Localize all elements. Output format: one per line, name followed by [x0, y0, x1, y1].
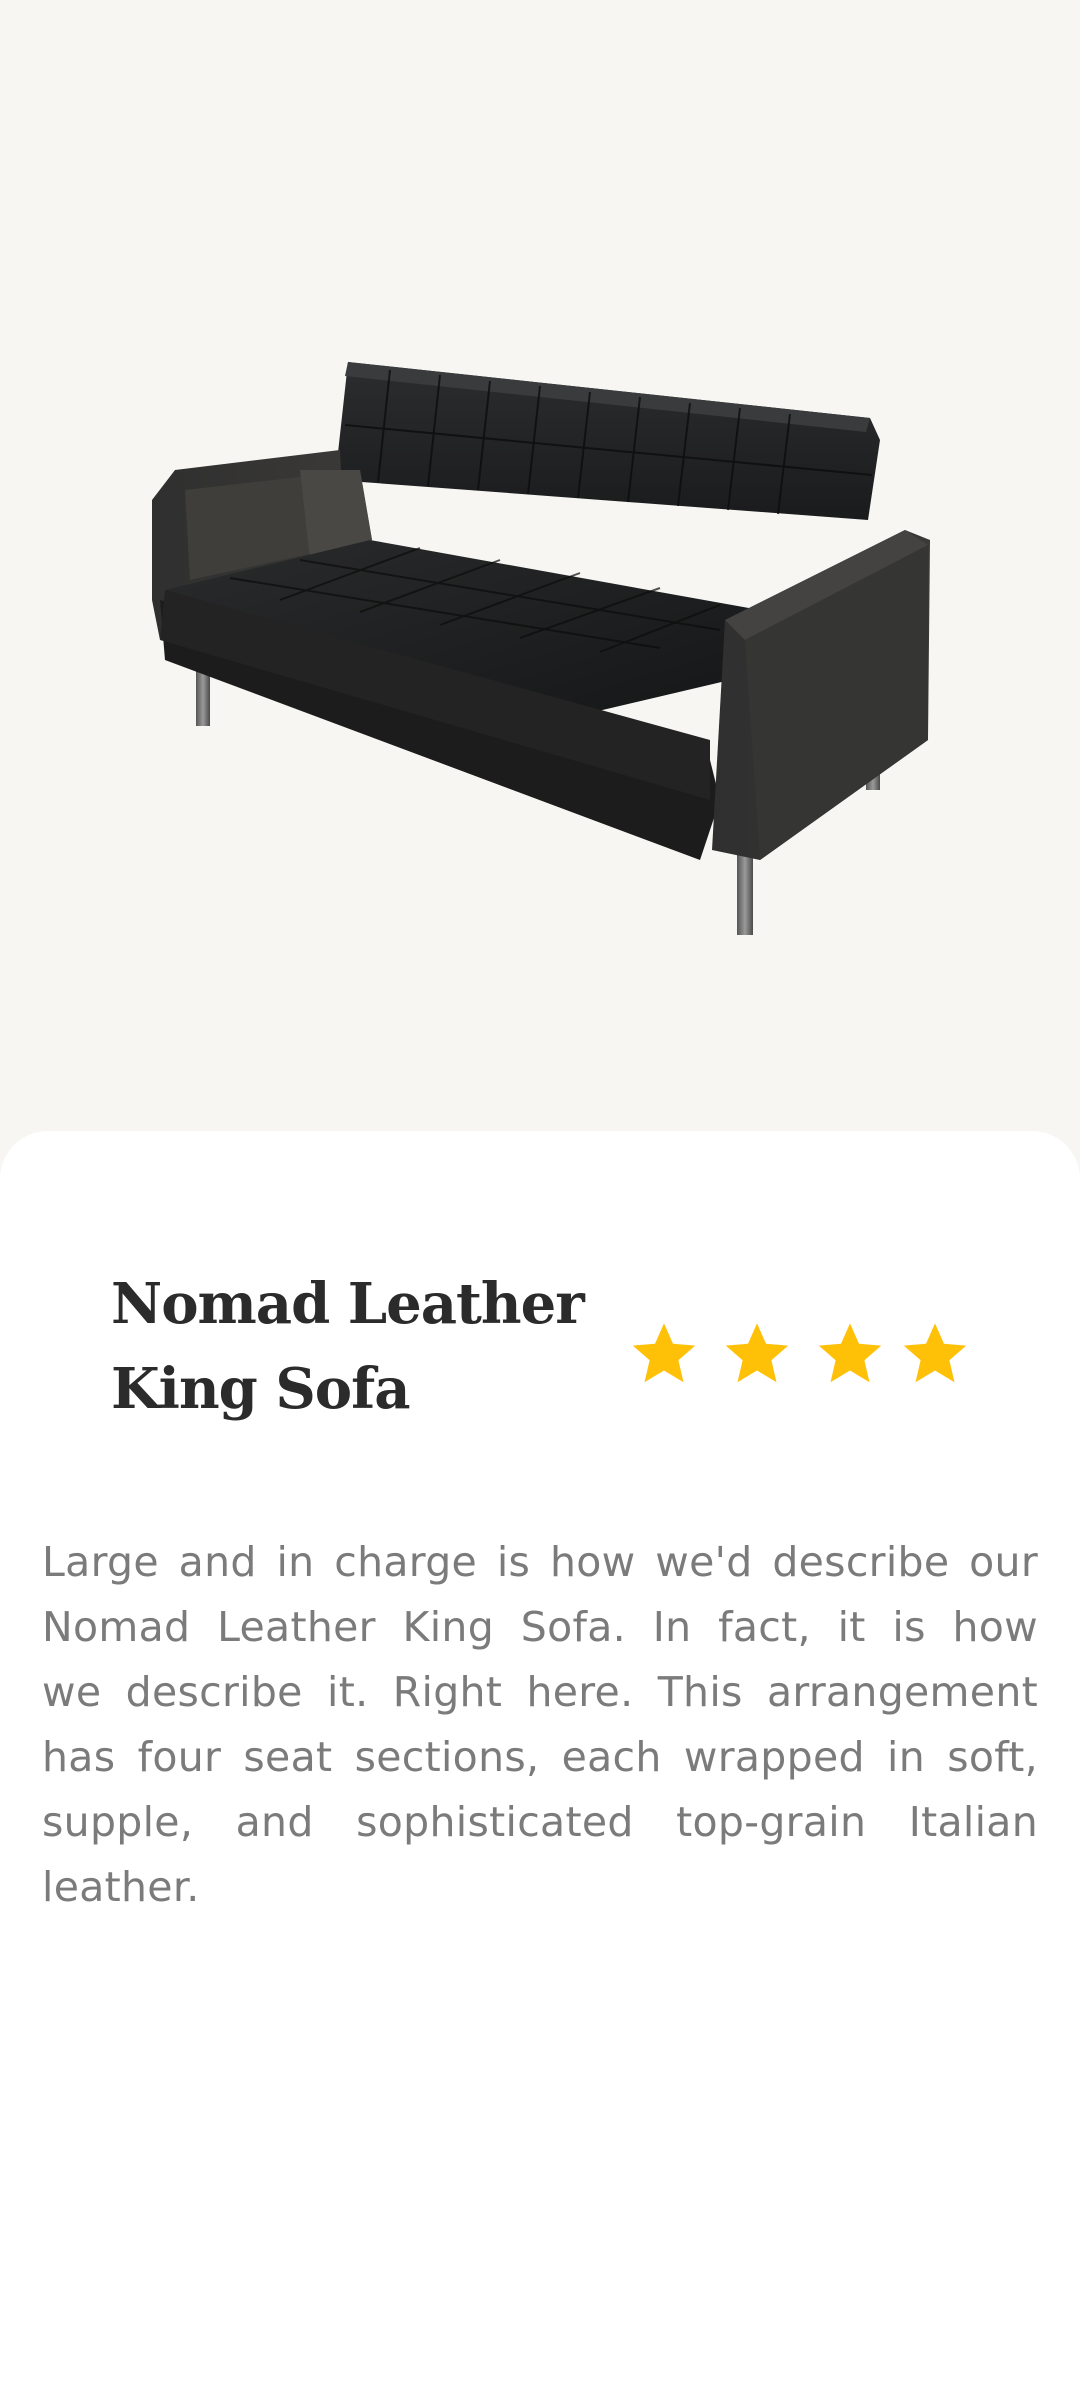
star-icon	[632, 1323, 696, 1383]
rating-stars	[628, 1318, 978, 1398]
sofa-image	[152, 362, 930, 935]
product-title-line-2: King Sofa	[111, 1356, 410, 1422]
product-image-area	[0, 0, 1080, 1180]
product-description: Large and in charge is how we'd describe…	[42, 1538, 1038, 1911]
product-title-line-1: Nomad Leather	[111, 1271, 585, 1337]
star-icon	[725, 1323, 789, 1383]
star-icon	[903, 1323, 967, 1383]
star-icon	[818, 1323, 882, 1383]
product-title: Nomad Leather King Sofa	[111, 1262, 591, 1432]
